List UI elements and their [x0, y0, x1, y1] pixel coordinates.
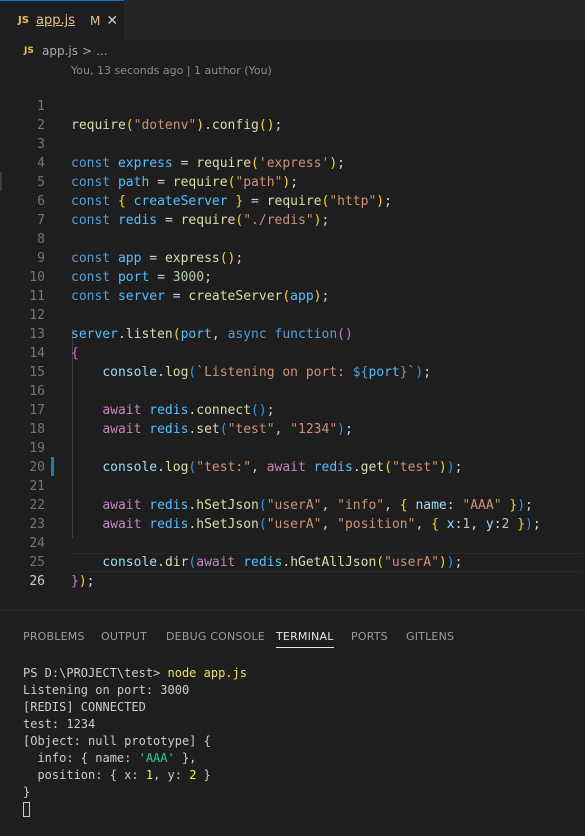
breadcrumb-file[interactable]: app.js — [42, 44, 78, 58]
terminal-line: [Object: null prototype] { — [23, 734, 211, 748]
terminal-line: [REDIS] CONNECTED — [23, 700, 146, 714]
code-line: 9 const port = 3000; — [0, 230, 585, 285]
code-line: 21 await redis.hSetJson("userA", "info",… — [0, 458, 585, 513]
tab-gitlens[interactable]: GITLENS — [406, 630, 454, 643]
terminal-prompt-line: PS D:\PROJECT\test> node app.js — [23, 665, 247, 682]
terminal-command: node app.js — [167, 666, 247, 680]
code-line: 11 — [0, 268, 585, 304]
tab-filename: app.js — [36, 13, 75, 28]
code-line: 20 — [0, 439, 585, 475]
terminal-string: 'AAA' — [138, 751, 175, 765]
code-line: 14 console.log(`Listening on port: ${por… — [0, 325, 585, 380]
terminal-number: 1 — [145, 768, 154, 782]
terminal-line: info: { name: 'AAA' }, — [23, 750, 247, 767]
breadcrumb-more[interactable]: ... — [96, 44, 107, 58]
code-line: 24 console.dir(await redis.hGetAllJson("… — [0, 515, 585, 570]
tab-output[interactable]: OUTPUT — [101, 630, 147, 643]
code-line: 23 — [0, 496, 585, 532]
terminal-line: test: 1234 — [23, 717, 96, 731]
code-line: 19 console.log("test:", await redis.get(… — [0, 420, 585, 475]
editor-tab-app-js[interactable]: JS app.js M ✕ — [0, 0, 124, 40]
terminal-line: Listening on port: 3000 — [23, 683, 190, 697]
code-line: 15 — [0, 344, 585, 380]
code-line: 1 require("dotenv").config(); — [0, 78, 585, 133]
code-line: 4 const path = require("path"); — [0, 135, 585, 190]
terminal-text: }, — [174, 751, 197, 765]
tab-ports[interactable]: PORTS — [351, 630, 388, 643]
code-editor[interactable]: You, 13 seconds ago | 1 author (You) 1 r… — [0, 62, 585, 610]
javascript-file-icon: JS — [24, 46, 34, 56]
code-line: 12 server.listen(port, async function() — [0, 287, 585, 342]
code-line: 7 — [0, 192, 585, 228]
tab-terminal[interactable]: TERMINAL — [276, 630, 334, 648]
breadcrumb: JS app.js > ... — [0, 40, 585, 62]
tab-debug-console[interactable]: DEBUG CONSOLE — [166, 630, 265, 643]
code-line: 16 await redis.connect(); — [0, 363, 585, 418]
code-line: 3 const express = require('express'); — [0, 116, 585, 171]
terminal-text: position: { x: — [23, 768, 146, 782]
bottom-panel: PROBLEMS OUTPUT DEBUG CONSOLE TERMINAL P… — [0, 610, 585, 836]
code-line: 22 await redis.hSetJson("userA", "positi… — [0, 477, 585, 532]
code-line: 8 const app = express(); — [0, 211, 585, 266]
terminal-text: , y: — [153, 768, 190, 782]
panel-tab-bar: PROBLEMS OUTPUT DEBUG CONSOLE TERMINAL P… — [0, 611, 585, 651]
code-line: 26 — [0, 553, 585, 589]
chevron-right-icon: > — [82, 44, 93, 58]
code-line: 5 const { createServer } = require("http… — [0, 154, 585, 209]
code-line: 18 — [0, 401, 585, 437]
modified-indicator: M — [90, 13, 101, 28]
code-line: 17 await redis.set("test", "1234"); — [0, 382, 585, 437]
code-line: 13 { — [0, 306, 585, 361]
code-line: 6 const redis = require("./redis"); — [0, 173, 585, 228]
javascript-file-icon: JS — [18, 15, 29, 26]
terminal-line: } — [23, 785, 31, 799]
code-line: 25 }); — [0, 534, 585, 589]
terminal-cursor — [23, 802, 30, 817]
line-number: 26 — [29, 574, 45, 589]
code-line: 10 const server = createServer(app); — [0, 249, 585, 304]
terminal-text: } — [196, 768, 211, 782]
terminal-cursor-line — [23, 801, 247, 818]
tab-problems[interactable]: PROBLEMS — [23, 630, 85, 643]
git-blame-annotation[interactable]: You, 13 seconds ago | 1 author (You) — [71, 64, 272, 77]
tab-bar: JS app.js M ✕ — [0, 0, 585, 40]
terminal-text: info: { name: — [23, 751, 139, 765]
terminal-prompt: PS D:\PROJECT\test> — [23, 666, 168, 680]
code-line: 2 — [0, 97, 585, 133]
terminal-line: position: { x: 1, y: 2 } — [23, 767, 247, 784]
terminal-output[interactable]: PS D:\PROJECT\test> node app.js Listening… — [23, 665, 247, 818]
close-icon[interactable]: ✕ — [106, 13, 118, 29]
